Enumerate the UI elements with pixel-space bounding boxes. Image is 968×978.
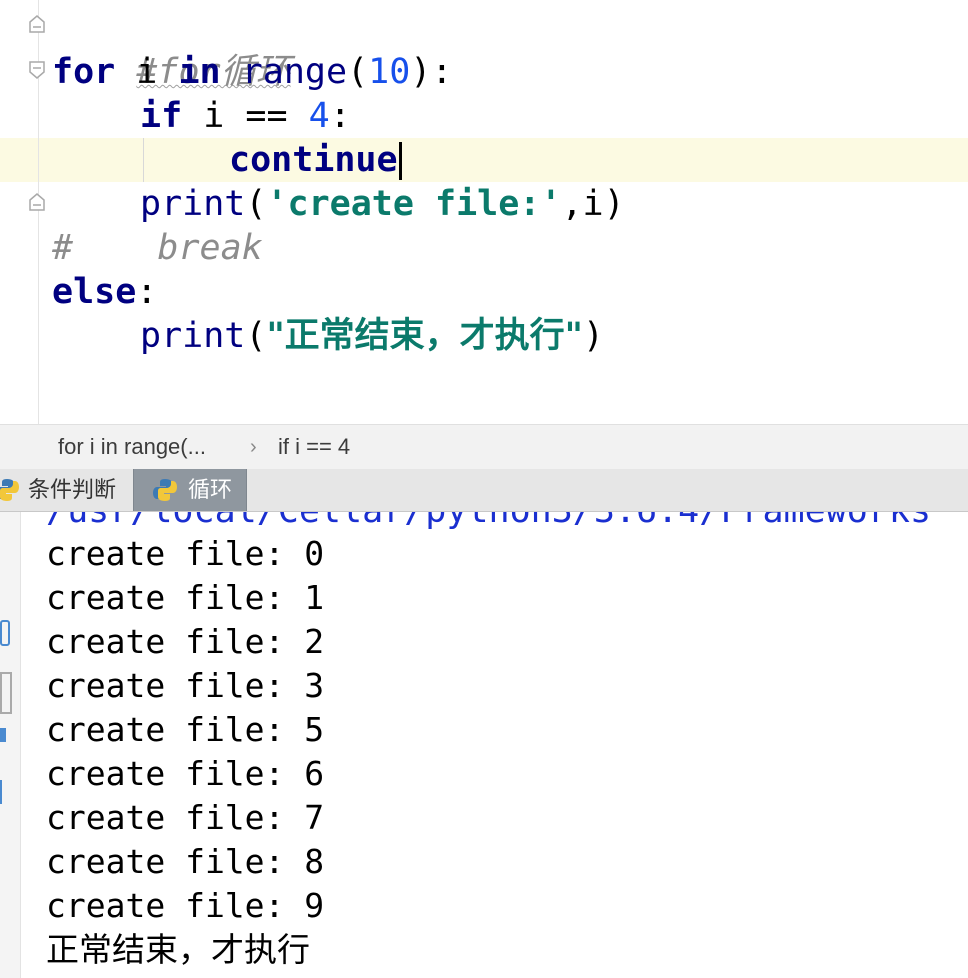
rerun-icon[interactable] (0, 620, 10, 646)
output-line: create file: 3 (46, 666, 325, 705)
output-line: create file: 7 (46, 798, 325, 837)
breadcrumb-separator: › (250, 436, 257, 458)
number-literal: 10 (368, 52, 411, 92)
output-final-line: 正常结束，才执行 (46, 930, 310, 969)
condition-expr: i == (203, 96, 309, 136)
colon: : (136, 272, 158, 312)
variable-i: i (136, 52, 158, 92)
breadcrumb: for i in range(... › if i == 4 (0, 424, 968, 470)
string-literal: 'create file:' (266, 184, 562, 224)
paren-close: ): (410, 52, 453, 92)
keyword-for: for (52, 52, 116, 92)
output-line: create file: 5 (46, 710, 325, 749)
comment-text: break (157, 228, 263, 268)
comment-hash: # (52, 228, 74, 268)
function-print: print (140, 184, 246, 224)
paren-close: ) (582, 316, 604, 356)
fold-marker-icon[interactable] (28, 60, 46, 80)
interpreter-path: /usr/local/Cellar/python3/3.6.4/Framewor… (46, 512, 931, 533)
print-icon[interactable] (0, 780, 6, 804)
paren-open: ( (347, 52, 369, 92)
string-literal: "正常结束，才执行" (266, 316, 583, 356)
output-line: create file: 2 (46, 622, 325, 661)
console-toolbar (0, 512, 21, 978)
code-line-3[interactable]: if i == 4: (140, 94, 351, 138)
python-icon (0, 479, 19, 501)
number-literal: 4 (308, 96, 330, 136)
function-range: range (241, 52, 348, 92)
indent-guide (143, 138, 144, 182)
fold-marker-icon[interactable] (28, 14, 46, 34)
output-line: create file: 8 (46, 842, 325, 881)
code-line-1[interactable]: #for循环 (52, 6, 290, 92)
code-editor[interactable]: #for循环 for i in range(10): if i == 4: co… (0, 0, 968, 424)
paren-open: ( (245, 316, 267, 356)
run-tab-bar: 条件判断 循环 (0, 469, 968, 512)
code-line-2[interactable]: for i in range(10): (52, 50, 452, 94)
code-line-4[interactable]: continue (229, 138, 402, 182)
output-line: create file: 1 (46, 578, 325, 617)
keyword-in: in (178, 52, 221, 92)
python-icon (153, 479, 177, 501)
code-line-7[interactable]: else: (52, 270, 157, 314)
breadcrumb-item-for[interactable]: for i in range(... (58, 425, 206, 469)
current-line-highlight (0, 138, 968, 182)
text-caret (398, 142, 402, 180)
keyword-continue: continue (229, 140, 398, 180)
code-line-5[interactable]: print('create file:',i) (140, 182, 625, 226)
breadcrumb-item-if[interactable]: if i == 4 (278, 425, 350, 469)
keyword-else: else (52, 272, 137, 312)
colon: : (329, 96, 351, 136)
tab-conditions[interactable]: 条件判断 (0, 469, 132, 511)
scroll-icon[interactable] (0, 728, 6, 742)
keyword-if: if (140, 96, 183, 136)
fold-end-marker-icon[interactable] (28, 192, 46, 212)
output-line: create file: 0 (46, 534, 325, 573)
output-line: create file: 9 (46, 886, 325, 925)
tab-label: 循环 (188, 477, 233, 502)
layout-icon[interactable] (0, 672, 12, 714)
args-rest: ,i) (561, 184, 625, 224)
run-console[interactable]: /usr/local/Cellar/python3/3.6.4/Framewor… (0, 512, 968, 978)
output-line: create file: 6 (46, 754, 325, 793)
paren-open: ( (245, 184, 267, 224)
tab-loop[interactable]: 循环 (133, 469, 247, 511)
code-line-8[interactable]: print("正常结束，才执行") (140, 314, 604, 358)
tab-label: 条件判断 (28, 477, 117, 502)
code-line-6[interactable]: # break (52, 226, 263, 270)
function-print: print (140, 316, 246, 356)
